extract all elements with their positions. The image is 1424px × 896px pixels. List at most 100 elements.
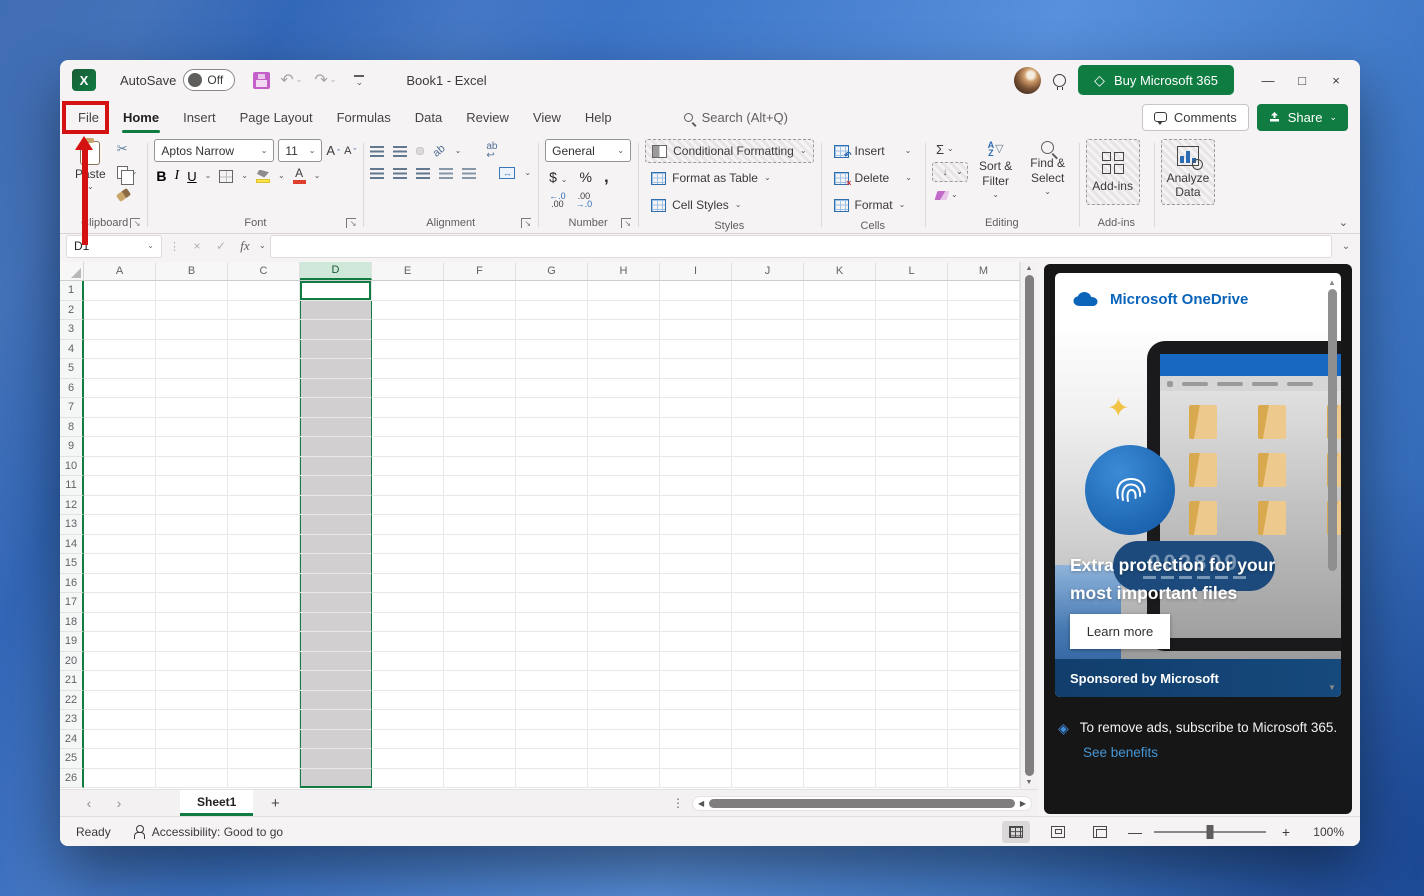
- cell[interactable]: [948, 437, 1020, 457]
- cell[interactable]: [228, 593, 300, 613]
- cell[interactable]: [84, 554, 156, 574]
- cell[interactable]: [300, 613, 372, 633]
- row-header[interactable]: 7: [60, 398, 84, 418]
- autosum-button[interactable]: Σ⌄: [932, 139, 968, 159]
- chevron-down-icon[interactable]: ⌄: [524, 169, 531, 177]
- cell[interactable]: [156, 301, 228, 321]
- cell[interactable]: [228, 691, 300, 711]
- clear-button[interactable]: ⌄: [932, 185, 968, 205]
- fill-color-button[interactable]: [256, 170, 270, 183]
- insert-cells-button[interactable]: ↶ Insert ⌄: [828, 139, 918, 163]
- cell[interactable]: [876, 730, 948, 750]
- cell[interactable]: [228, 749, 300, 769]
- cell[interactable]: [444, 691, 516, 711]
- chevron-down-icon[interactable]: ⌄: [241, 172, 248, 180]
- cell[interactable]: [228, 418, 300, 438]
- cell[interactable]: [156, 320, 228, 340]
- cell[interactable]: [84, 398, 156, 418]
- cell[interactable]: [588, 515, 660, 535]
- cell[interactable]: [804, 418, 876, 438]
- decrease-indent-button[interactable]: [439, 168, 453, 179]
- cell[interactable]: [804, 515, 876, 535]
- cell[interactable]: [516, 593, 588, 613]
- cell[interactable]: [660, 632, 732, 652]
- cell[interactable]: [156, 613, 228, 633]
- excel-app-icon[interactable]: X: [72, 69, 96, 91]
- cell[interactable]: [300, 535, 372, 555]
- conditional-formatting-button[interactable]: Conditional Formatting ⌄: [645, 139, 813, 163]
- cell[interactable]: [732, 554, 804, 574]
- scroll-left-icon[interactable]: ◀: [698, 799, 704, 808]
- cell[interactable]: [84, 671, 156, 691]
- share-button[interactable]: Share ⌄: [1257, 104, 1348, 131]
- column-header[interactable]: J: [732, 262, 804, 280]
- next-sheet-button[interactable]: ›: [104, 795, 134, 811]
- cell[interactable]: [156, 281, 228, 301]
- cell[interactable]: [156, 535, 228, 555]
- save-icon[interactable]: [253, 72, 270, 89]
- cell[interactable]: [372, 437, 444, 457]
- cell[interactable]: [948, 535, 1020, 555]
- format-painter-button[interactable]: [114, 185, 141, 205]
- column-header[interactable]: A: [84, 262, 156, 280]
- cell[interactable]: [876, 691, 948, 711]
- row-header[interactable]: 18: [60, 613, 84, 633]
- cell[interactable]: [516, 301, 588, 321]
- cell[interactable]: [300, 749, 372, 769]
- lightbulb-tell-me-icon[interactable]: [1053, 74, 1066, 87]
- cell[interactable]: [732, 457, 804, 477]
- cell[interactable]: [372, 340, 444, 360]
- cell[interactable]: [444, 398, 516, 418]
- cell[interactable]: [444, 379, 516, 399]
- cell[interactable]: [156, 769, 228, 789]
- center-button[interactable]: [393, 168, 407, 179]
- cell[interactable]: [516, 340, 588, 360]
- cell[interactable]: [444, 457, 516, 477]
- cell[interactable]: [660, 398, 732, 418]
- page-layout-view-button[interactable]: [1044, 821, 1072, 843]
- customize-quick-access-toolbar-button[interactable]: ⌄: [346, 67, 372, 93]
- cell[interactable]: [228, 496, 300, 516]
- cell[interactable]: [444, 632, 516, 652]
- menu-tab[interactable]: Review: [454, 103, 521, 132]
- cancel-button[interactable]: ×: [187, 239, 207, 253]
- underline-button[interactable]: U: [187, 169, 196, 184]
- cell[interactable]: [84, 574, 156, 594]
- cell[interactable]: [156, 652, 228, 672]
- cell[interactable]: [516, 398, 588, 418]
- middle-align-button[interactable]: [393, 146, 407, 157]
- bold-button[interactable]: B: [156, 168, 166, 184]
- cell[interactable]: [804, 398, 876, 418]
- cell[interactable]: [948, 398, 1020, 418]
- cell[interactable]: [516, 320, 588, 340]
- cell[interactable]: [948, 476, 1020, 496]
- cell[interactable]: [84, 359, 156, 379]
- cell[interactable]: [948, 710, 1020, 730]
- cell[interactable]: [516, 710, 588, 730]
- cell[interactable]: [660, 281, 732, 301]
- cell[interactable]: [804, 691, 876, 711]
- cell[interactable]: [804, 749, 876, 769]
- accessibility-status[interactable]: Accessibility: Good to go: [133, 825, 283, 839]
- cell[interactable]: [444, 301, 516, 321]
- row-header[interactable]: 4: [60, 340, 84, 360]
- cell[interactable]: [876, 301, 948, 321]
- menu-tab[interactable]: Insert: [171, 103, 228, 132]
- cell[interactable]: [372, 457, 444, 477]
- cell[interactable]: [372, 710, 444, 730]
- cell[interactable]: [84, 749, 156, 769]
- cell[interactable]: [660, 340, 732, 360]
- row-header[interactable]: 5: [60, 359, 84, 379]
- menu-tab[interactable]: Home: [111, 103, 171, 132]
- row-header[interactable]: 16: [60, 574, 84, 594]
- comma-style-button[interactable]: ,: [604, 167, 609, 187]
- cell[interactable]: [372, 379, 444, 399]
- cell[interactable]: [300, 652, 372, 672]
- cell[interactable]: [732, 418, 804, 438]
- column-header[interactable]: B: [156, 262, 228, 280]
- cell[interactable]: [84, 457, 156, 477]
- cell[interactable]: [156, 574, 228, 594]
- onedrive-ad-card[interactable]: Microsoft OneDrive: [1055, 273, 1341, 697]
- scroll-up-icon[interactable]: ▲: [1026, 265, 1033, 272]
- row-header[interactable]: 19: [60, 632, 84, 652]
